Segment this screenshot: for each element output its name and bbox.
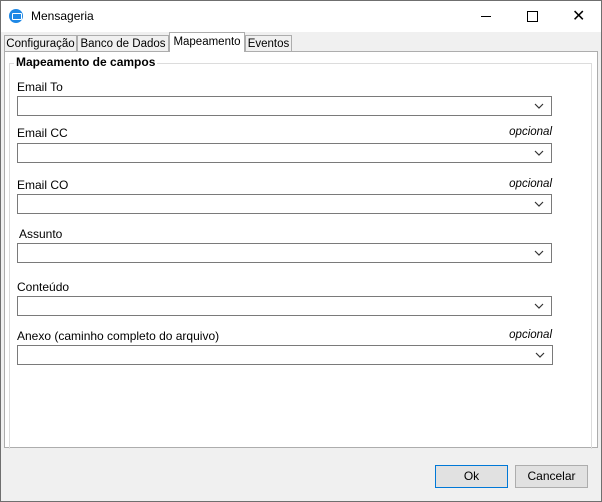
anexo-label: Anexo (caminho completo do arquivo): [17, 329, 220, 343]
mapeamento-panel: Mapeamento de campos Email To Email CC o…: [4, 51, 598, 449]
email-to-label: Email To: [17, 80, 63, 94]
email-co-optional: opcional: [509, 178, 552, 190]
ok-button[interactable]: Ok: [435, 465, 508, 488]
conteudo-label: Conteúdo: [17, 280, 70, 294]
email-to-combo[interactable]: [17, 96, 552, 116]
assunto-label: Assunto: [19, 227, 63, 241]
anexo-combo[interactable]: [17, 345, 553, 365]
mensageria-window: Mensageria ✕ Configuração Banco de Dados…: [0, 0, 602, 502]
chevron-down-icon[interactable]: [533, 100, 545, 112]
group-title: Mapeamento de campos: [14, 55, 158, 69]
tab-eventos[interactable]: Eventos: [245, 35, 292, 51]
cancel-button[interactable]: Cancelar: [515, 465, 588, 488]
chevron-down-icon[interactable]: [533, 147, 545, 159]
close-icon: ✕: [572, 8, 586, 25]
maximize-button[interactable]: [509, 1, 555, 32]
tab-mapeamento[interactable]: Mapeamento: [169, 32, 245, 52]
minimize-button[interactable]: [463, 1, 509, 32]
title-bar: Mensageria ✕: [1, 1, 601, 32]
mail-app-icon: [9, 9, 23, 23]
minimize-icon: [481, 16, 491, 17]
email-co-label: Email CO: [17, 178, 69, 192]
tab-banco-de-dados[interactable]: Banco de Dados: [77, 35, 169, 51]
maximize-icon: [527, 11, 538, 22]
chevron-down-icon[interactable]: [533, 300, 545, 312]
email-cc-optional: opcional: [509, 126, 552, 138]
window-title: Mensageria: [31, 9, 94, 23]
conteudo-combo[interactable]: [17, 296, 552, 316]
tab-configuracao[interactable]: Configuração: [4, 35, 77, 51]
email-co-combo[interactable]: [17, 194, 552, 214]
close-button[interactable]: ✕: [555, 1, 601, 32]
anexo-optional: opcional: [509, 329, 552, 341]
chevron-down-icon[interactable]: [533, 198, 545, 210]
assunto-combo[interactable]: [17, 243, 552, 263]
tab-strip: Configuração Banco de Dados Mapeamento E…: [1, 32, 601, 52]
email-cc-label: Email CC: [17, 126, 68, 140]
chevron-down-icon[interactable]: [534, 349, 546, 361]
chevron-down-icon[interactable]: [533, 247, 545, 259]
email-cc-combo[interactable]: [17, 143, 552, 163]
